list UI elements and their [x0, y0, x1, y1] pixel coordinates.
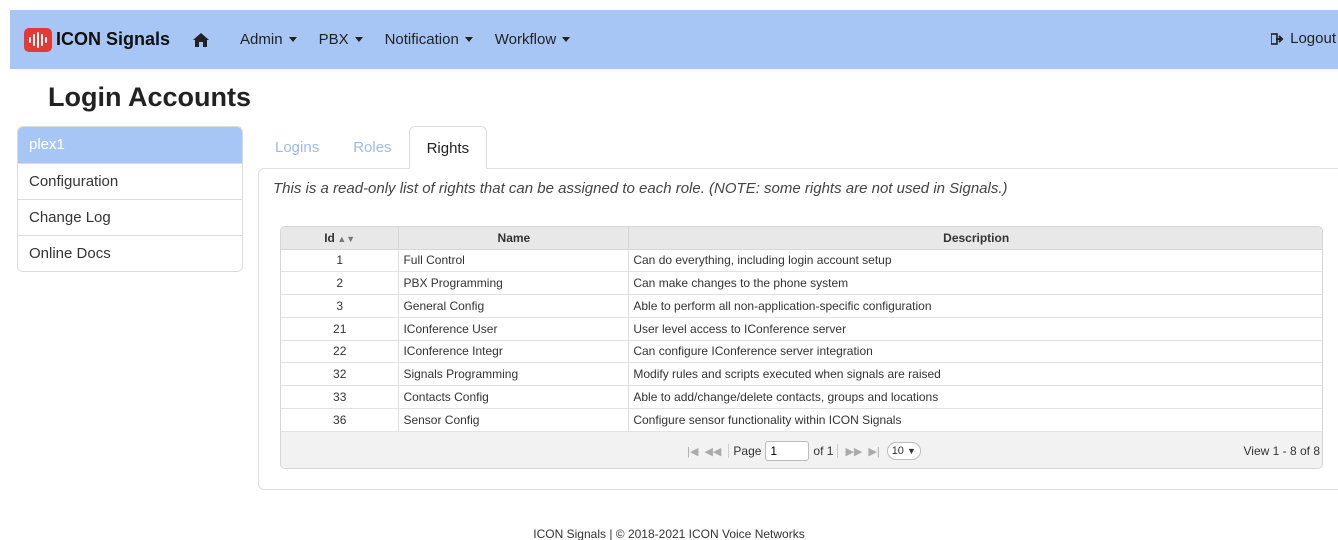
tab-bar: Logins Roles Rights — [258, 126, 488, 169]
brand[interactable]: ICON Signals — [24, 27, 171, 52]
sidebar-item-online-docs[interactable]: Online Docs — [18, 235, 242, 271]
page-count-label: of 1 — [813, 444, 834, 458]
page-label: Page — [733, 444, 762, 458]
nav-notification[interactable]: Notification — [385, 31, 473, 48]
table-row[interactable]: 2 PBX Programming Can make changes to the … — [281, 271, 1322, 295]
rights-note: This is a read-only list of rights that … — [273, 180, 1008, 197]
table-row[interactable]: 33 Contacts Config Able to add/change/dele… — [281, 385, 1322, 409]
chevron-down-icon: ▼ — [906, 446, 916, 456]
tab-roles[interactable]: Roles — [336, 126, 408, 169]
nav-pbx[interactable]: PBX — [319, 31, 363, 48]
chevron-down-icon — [464, 37, 473, 42]
sort-icon: ▲▼ — [334, 233, 356, 244]
logout-link[interactable]: Logout — [1271, 30, 1336, 47]
chevron-down-icon — [288, 37, 297, 42]
table-row[interactable]: 1 Full Control Can do everything, includin… — [281, 249, 1322, 273]
chevron-down-icon — [562, 37, 571, 42]
table-row[interactable]: 22 IConference Integr Can configure IConfe… — [281, 340, 1322, 364]
column-header-name[interactable]: Name — [398, 227, 630, 250]
rights-grid: Id ▲▼ Name Description 1 Full Control Can … — [280, 226, 1323, 469]
table-row[interactable]: 3 General Config Able to perform all non-a… — [281, 294, 1322, 318]
sidebar-item-configuration[interactable]: Configuration — [18, 163, 242, 199]
page-title: Login Accounts — [48, 82, 251, 112]
nav-workflow[interactable]: Workflow — [495, 31, 571, 48]
column-header-description[interactable]: Description — [628, 227, 1322, 250]
view-range-text: View 1 - 8 of 8 — [1243, 444, 1321, 458]
table-row[interactable]: 36 Sensor Config Configure sensor function… — [281, 408, 1322, 432]
table-row[interactable]: 32 Signals Programming Modify rules and sc… — [281, 362, 1322, 386]
table-row[interactable]: 21 IConference User User level access to I… — [281, 317, 1322, 341]
home-icon[interactable] — [192, 32, 210, 48]
sidebar-item-plex1[interactable]: plex1 — [18, 127, 242, 163]
prev-page-icon[interactable]: ◀◀ — [704, 445, 721, 458]
tab-rights[interactable]: Rights — [408, 126, 488, 169]
page-number-input[interactable] — [765, 441, 810, 461]
logout-icon — [1271, 32, 1284, 45]
rights-table: Id ▲▼ Name Description 1 Full Control Can … — [281, 227, 1322, 432]
next-page-icon[interactable]: ▶▶ — [845, 445, 862, 458]
tab-logins[interactable]: Logins — [258, 126, 336, 169]
footer-text: ICON Signals | © 2018-2021 ICON Voice Ne… — [533, 527, 805, 540]
column-header-id[interactable]: Id ▲▼ — [281, 227, 400, 250]
pager: |◀ ◀◀ Page of 1 ▶▶ ▶| 10▼ View 1 - 8 of … — [281, 434, 1322, 468]
logout-label: Logout — [1290, 30, 1336, 47]
nav-admin[interactable]: Admin — [240, 31, 297, 48]
last-page-icon[interactable]: ▶| — [868, 445, 879, 458]
sidebar: plex1 Configuration Change Log Online Do… — [17, 126, 243, 272]
pager-divider — [728, 444, 730, 458]
page-size-select[interactable]: 10 ▼ — [886, 442, 921, 460]
first-page-icon[interactable]: |◀ — [687, 445, 698, 458]
brand-name: ICON Signals — [56, 29, 171, 49]
table-body: 1 Full Control Can do everything, includin… — [281, 249, 1322, 432]
sidebar-item-change-log[interactable]: Change Log — [18, 199, 242, 235]
brand-logo-icon — [24, 27, 52, 52]
chevron-down-icon — [354, 37, 363, 42]
top-navbar: ICON Signals Admin PBX Notification Work… — [10, 10, 1338, 69]
pager-divider — [837, 444, 839, 458]
